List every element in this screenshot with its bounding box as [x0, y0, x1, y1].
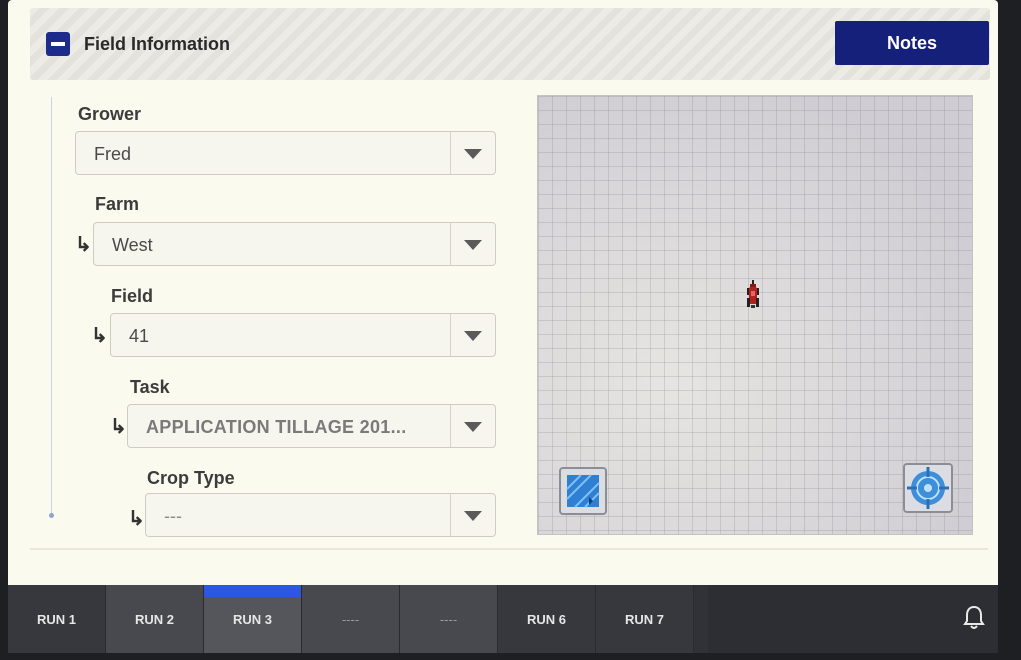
section-divider	[30, 548, 988, 550]
child-arrow-icon: ↳	[91, 325, 108, 347]
recenter-button[interactable]	[903, 463, 953, 513]
dropdown-divider	[450, 494, 451, 536]
child-arrow-icon: ↳	[110, 416, 127, 438]
hierarchy-line-end	[49, 513, 54, 518]
grower-value: Fred	[94, 144, 132, 164]
farm-value: West	[112, 235, 153, 255]
field-boundary-icon	[566, 474, 600, 508]
field-value: 41	[129, 326, 150, 346]
section-title: Field Information	[84, 34, 230, 54]
run-tab-bar: RUN 1 RUN 2 RUN 3 ---- ---- RUN 6 RUN 7	[8, 585, 998, 653]
field-boundary-button[interactable]	[559, 467, 607, 515]
dropdown-divider	[450, 314, 451, 356]
chevron-down-icon	[464, 331, 482, 341]
grower-label: Grower	[78, 104, 142, 124]
crop-type-dropdown[interactable]: ---	[145, 493, 496, 537]
field-dropdown[interactable]: 41	[110, 313, 496, 357]
crop-type-label: Crop Type	[147, 468, 235, 488]
dropdown-divider	[450, 405, 451, 447]
chevron-down-icon	[464, 240, 482, 250]
task-value: APPLICATION TILLAGE 201...	[146, 417, 407, 437]
alerts-button[interactable]	[708, 585, 998, 653]
field-information-screen: Field Information Notes Grower Fred Farm…	[8, 0, 998, 585]
farm-dropdown[interactable]: West	[93, 222, 496, 266]
tab-run-3[interactable]: RUN 3	[204, 585, 302, 653]
task-dropdown[interactable]: APPLICATION TILLAGE 201...	[127, 404, 496, 448]
tab-run-7[interactable]: RUN 7	[596, 585, 694, 653]
tab-empty-5[interactable]: ----	[400, 585, 498, 653]
chevron-down-icon	[464, 422, 482, 432]
tab-run-6[interactable]: RUN 6	[498, 585, 596, 653]
dropdown-divider	[450, 132, 451, 174]
map-view[interactable]	[537, 95, 973, 535]
farm-label: Farm	[95, 194, 140, 214]
child-arrow-icon: ↳	[128, 508, 145, 530]
tab-run-2[interactable]: RUN 2	[106, 585, 204, 653]
hierarchy-line	[51, 97, 52, 515]
child-arrow-icon: ↳	[75, 234, 92, 256]
bell-icon	[963, 605, 985, 629]
chevron-down-icon	[464, 149, 482, 159]
minus-icon[interactable]	[46, 32, 70, 56]
chevron-down-icon	[464, 511, 482, 521]
tab-run-1[interactable]: RUN 1	[8, 585, 106, 653]
crop-type-value: ---	[164, 506, 182, 526]
tab-empty-4[interactable]: ----	[302, 585, 400, 653]
tab-label: RUN 3	[232, 611, 272, 627]
section-header: Field Information Notes	[30, 8, 990, 80]
dropdown-divider	[450, 223, 451, 265]
field-label: Field	[111, 286, 154, 306]
task-label: Task	[130, 377, 170, 397]
notes-button[interactable]: Notes	[835, 21, 989, 65]
recenter-target-icon	[907, 467, 949, 509]
tractor-icon	[747, 280, 759, 308]
grower-dropdown[interactable]: Fred	[75, 131, 496, 175]
